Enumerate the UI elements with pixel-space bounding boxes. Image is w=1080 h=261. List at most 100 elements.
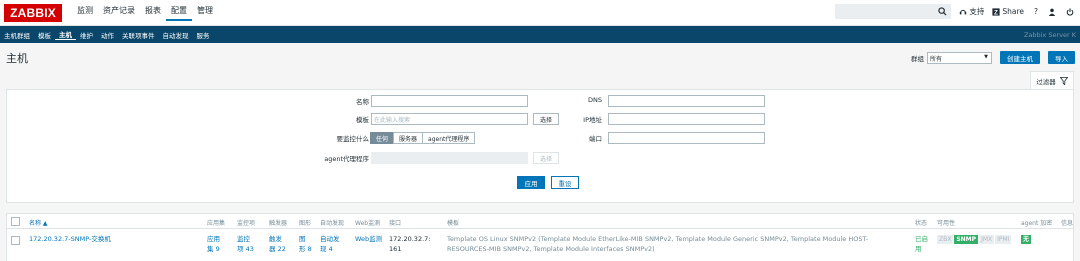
submenu-services[interactable]: 服务	[193, 30, 214, 40]
top-bar: ZABBIX 监测 资产记录 报表 配置 管理 支持 Z Share ?	[0, 0, 1080, 26]
items-link[interactable]: 监控项 43	[237, 234, 254, 254]
submenu-actions[interactable]: 动作	[97, 30, 118, 40]
submenu-discovery[interactable]: 自动发现	[159, 30, 193, 40]
server-name: Zabbix Server K	[1023, 30, 1076, 39]
header-controls: 群组 所有 ▼ 创建主机 导入	[911, 51, 1075, 64]
proxy-label: agent代理程序	[324, 155, 369, 163]
svg-text:Z: Z	[994, 9, 998, 16]
monitored-by-toggle: 任何 服务器 agent代理程序	[370, 132, 476, 144]
col-graphs: 图形	[299, 220, 312, 227]
filter-tab[interactable]: 过滤器	[1030, 71, 1074, 89]
filter-tab-label: 过滤器	[1036, 77, 1056, 86]
row-checkbox[interactable]	[11, 236, 20, 245]
templates-input[interactable]: 在此输入搜索	[371, 113, 528, 125]
web-link[interactable]: Web监测	[355, 234, 382, 244]
chevron-down-icon: ▼	[984, 53, 988, 60]
host-name-link[interactable]: 172.20.32.7-SNMP-交换机	[29, 234, 111, 244]
user-icon	[1048, 8, 1056, 16]
col-info: 信息	[1061, 220, 1074, 227]
discovery-link-line2: 现 4	[320, 245, 333, 253]
encryption-none-badge: 无	[1021, 235, 1032, 244]
dns-label: DNS	[588, 96, 602, 104]
sign-out-link[interactable]	[1066, 7, 1074, 16]
monitored-by-label: 要监控什么	[336, 135, 370, 143]
proxy-input	[371, 152, 528, 164]
col-agent-encryption: agent 加密	[1021, 220, 1053, 227]
menu-monitoring[interactable]: 监测	[72, 5, 98, 21]
support-link[interactable]: 支持	[959, 6, 984, 17]
ipmi-badge: IPMI	[995, 235, 1012, 244]
items-link-line2: 项 43	[237, 245, 254, 253]
interface-line1: 172.20.32.7:	[389, 235, 431, 243]
power-icon	[1066, 7, 1074, 16]
header-divider	[7, 228, 1073, 229]
col-triggers: 触发器	[269, 220, 288, 227]
apply-button[interactable]: 应用	[517, 176, 545, 189]
applications-link-line1: 应用	[207, 235, 220, 243]
snmp-badge: SNMP	[954, 235, 979, 244]
group-select-value: 所有	[930, 55, 943, 63]
col-items: 监控项	[237, 220, 256, 227]
select-all-checkbox[interactable]	[11, 217, 20, 226]
interface-line2: 161	[389, 245, 402, 253]
monitored-by-proxy[interactable]: agent代理程序	[422, 132, 476, 144]
filter-icon	[1059, 76, 1068, 85]
jmx-badge: JMX	[979, 235, 995, 244]
menu-configuration[interactable]: 配置	[166, 5, 192, 21]
status-line2: 用	[915, 245, 922, 253]
group-select[interactable]: 所有 ▼	[927, 51, 992, 64]
submenu-event-correlation[interactable]: 关联项事件	[118, 30, 159, 40]
group-label: 群组	[911, 54, 924, 63]
encryption-cell: 无	[1021, 234, 1032, 244]
reset-button[interactable]: 重设	[551, 176, 579, 189]
menu-inventory[interactable]: 资产记录	[98, 5, 140, 21]
col-availability: 可用性	[937, 220, 956, 227]
col-templates: 模板	[447, 220, 460, 227]
templates-label: 模板	[356, 116, 369, 124]
discovery-link[interactable]: 自动发现 4	[320, 234, 340, 254]
main-menu: 监测 资产记录 报表 配置 管理	[72, 5, 218, 21]
search-icon[interactable]	[938, 7, 947, 16]
support-icon	[960, 9, 967, 14]
menu-administration[interactable]: 管理	[192, 5, 218, 21]
import-button[interactable]: 导入	[1048, 51, 1075, 64]
create-host-button[interactable]: 创建主机	[1000, 51, 1040, 64]
col-name[interactable]: 名称 ▲	[29, 218, 48, 227]
submenu-host-groups[interactable]: 主机群组	[0, 30, 34, 40]
status-line1: 已启	[915, 235, 928, 243]
interface-value: 172.20.32.7: 161	[389, 234, 430, 254]
submenu-maintenance[interactable]: 维护	[76, 30, 97, 40]
sub-menu: 主机群组 模板 主机 维护 动作 关联项事件 自动发现 服务 Zabbix Se…	[0, 26, 1080, 43]
share-link[interactable]: Z Share	[992, 7, 1024, 16]
graphs-link[interactable]: 图形 8	[299, 234, 312, 254]
items-link-line1: 监控	[237, 235, 250, 243]
col-applications: 应用集	[207, 220, 226, 227]
triggers-link[interactable]: 触发器 22	[269, 234, 286, 254]
templates-value: Template OS Linux SNMPv2 (Template Modul…	[447, 234, 868, 254]
monitored-by-any[interactable]: 任何	[370, 132, 395, 144]
status-enabled-link[interactable]: 已启用	[915, 234, 928, 254]
port-input[interactable]	[608, 132, 765, 144]
submenu-templates[interactable]: 模板	[34, 30, 55, 40]
proxy-select-button: 选择	[533, 152, 559, 164]
submenu-hosts[interactable]: 主机	[55, 29, 76, 40]
filter-panel: 名称 模板 在此输入搜索 选择 要监控什么 任何 服务器 agent代理程序 a…	[6, 89, 1074, 203]
col-status: 状态	[915, 220, 928, 227]
user-profile-link[interactable]	[1048, 8, 1056, 16]
share-icon: Z	[992, 7, 1000, 16]
help-link[interactable]: ?	[1034, 7, 1038, 16]
graphs-link-line2: 形 8	[299, 245, 312, 253]
zbx-badge: ZBX	[937, 235, 954, 244]
templates-line1: Template OS Linux SNMPv2 (Template Modul…	[447, 235, 869, 243]
share-label: Share	[1002, 7, 1025, 16]
triggers-link-line2: 器 22	[269, 245, 286, 253]
ip-input[interactable]	[608, 113, 765, 125]
dns-input[interactable]	[608, 95, 765, 107]
zabbix-logo[interactable]: ZABBIX	[4, 3, 62, 22]
name-input[interactable]	[371, 95, 528, 107]
monitored-by-server[interactable]: 服务器	[393, 132, 424, 144]
global-search-input[interactable]	[835, 4, 952, 19]
name-label: 名称	[356, 98, 369, 106]
menu-reports[interactable]: 报表	[140, 5, 166, 21]
applications-link[interactable]: 应用集 9	[207, 234, 220, 254]
